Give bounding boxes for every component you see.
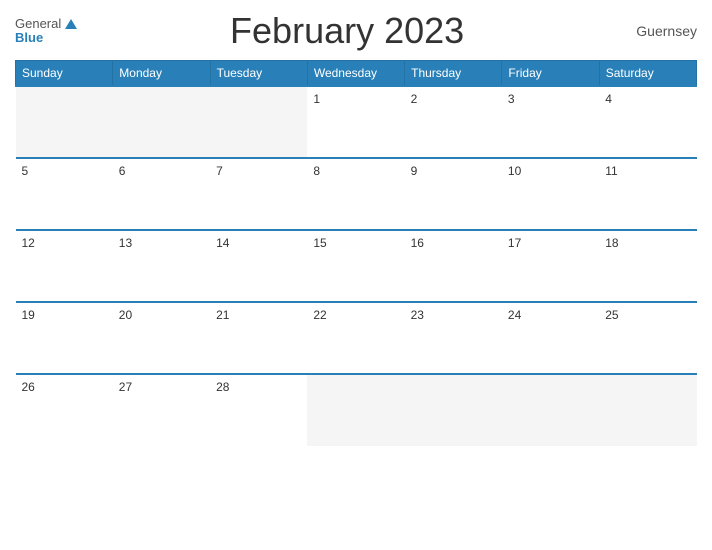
- day-cell-19: 19: [16, 302, 113, 374]
- logo-general: General: [15, 17, 61, 31]
- week-row-1: 1 2 3 4: [16, 86, 697, 158]
- day-cell-6: 6: [113, 158, 210, 230]
- header-monday: Monday: [113, 61, 210, 87]
- day-cell-5: 5: [16, 158, 113, 230]
- day-cell-27: 27: [113, 374, 210, 446]
- day-cell-empty: [113, 86, 210, 158]
- header-thursday: Thursday: [405, 61, 502, 87]
- day-cell-empty: [405, 374, 502, 446]
- day-cell-4: 4: [599, 86, 696, 158]
- header-saturday: Saturday: [599, 61, 696, 87]
- day-cell-empty: [210, 86, 307, 158]
- calendar-table: Sunday Monday Tuesday Wednesday Thursday…: [15, 60, 697, 446]
- calendar-container: General Blue February 2023 Guernsey Sund…: [0, 0, 712, 550]
- day-cell-20: 20: [113, 302, 210, 374]
- day-cell-empty: [307, 374, 404, 446]
- day-cell-23: 23: [405, 302, 502, 374]
- week-row-2: 5 6 7 8 9 10 11: [16, 158, 697, 230]
- week-row-3: 12 13 14 15 16 17 18: [16, 230, 697, 302]
- day-cell-10: 10: [502, 158, 599, 230]
- logo: General Blue: [15, 17, 77, 46]
- day-cell-12: 12: [16, 230, 113, 302]
- day-cell-7: 7: [210, 158, 307, 230]
- day-cell-11: 11: [599, 158, 696, 230]
- day-cell-24: 24: [502, 302, 599, 374]
- day-cell-1: 1: [307, 86, 404, 158]
- header-tuesday: Tuesday: [210, 61, 307, 87]
- header: General Blue February 2023 Guernsey: [15, 10, 697, 52]
- day-cell-25: 25: [599, 302, 696, 374]
- day-cell-empty: [599, 374, 696, 446]
- header-wednesday: Wednesday: [307, 61, 404, 87]
- day-cell-empty: [16, 86, 113, 158]
- day-cell-17: 17: [502, 230, 599, 302]
- header-friday: Friday: [502, 61, 599, 87]
- country-label: Guernsey: [617, 23, 697, 39]
- day-cell-8: 8: [307, 158, 404, 230]
- day-cell-empty: [502, 374, 599, 446]
- day-cell-18: 18: [599, 230, 696, 302]
- logo-blue: Blue: [15, 31, 77, 45]
- day-cell-9: 9: [405, 158, 502, 230]
- day-cell-13: 13: [113, 230, 210, 302]
- day-cell-21: 21: [210, 302, 307, 374]
- day-cell-15: 15: [307, 230, 404, 302]
- days-header-row: Sunday Monday Tuesday Wednesday Thursday…: [16, 61, 697, 87]
- month-title: February 2023: [77, 10, 617, 52]
- week-row-4: 19 20 21 22 23 24 25: [16, 302, 697, 374]
- day-cell-22: 22: [307, 302, 404, 374]
- day-cell-16: 16: [405, 230, 502, 302]
- week-row-5: 26 27 28: [16, 374, 697, 446]
- day-cell-28: 28: [210, 374, 307, 446]
- day-cell-3: 3: [502, 86, 599, 158]
- day-cell-2: 2: [405, 86, 502, 158]
- day-cell-14: 14: [210, 230, 307, 302]
- header-sunday: Sunday: [16, 61, 113, 87]
- day-cell-26: 26: [16, 374, 113, 446]
